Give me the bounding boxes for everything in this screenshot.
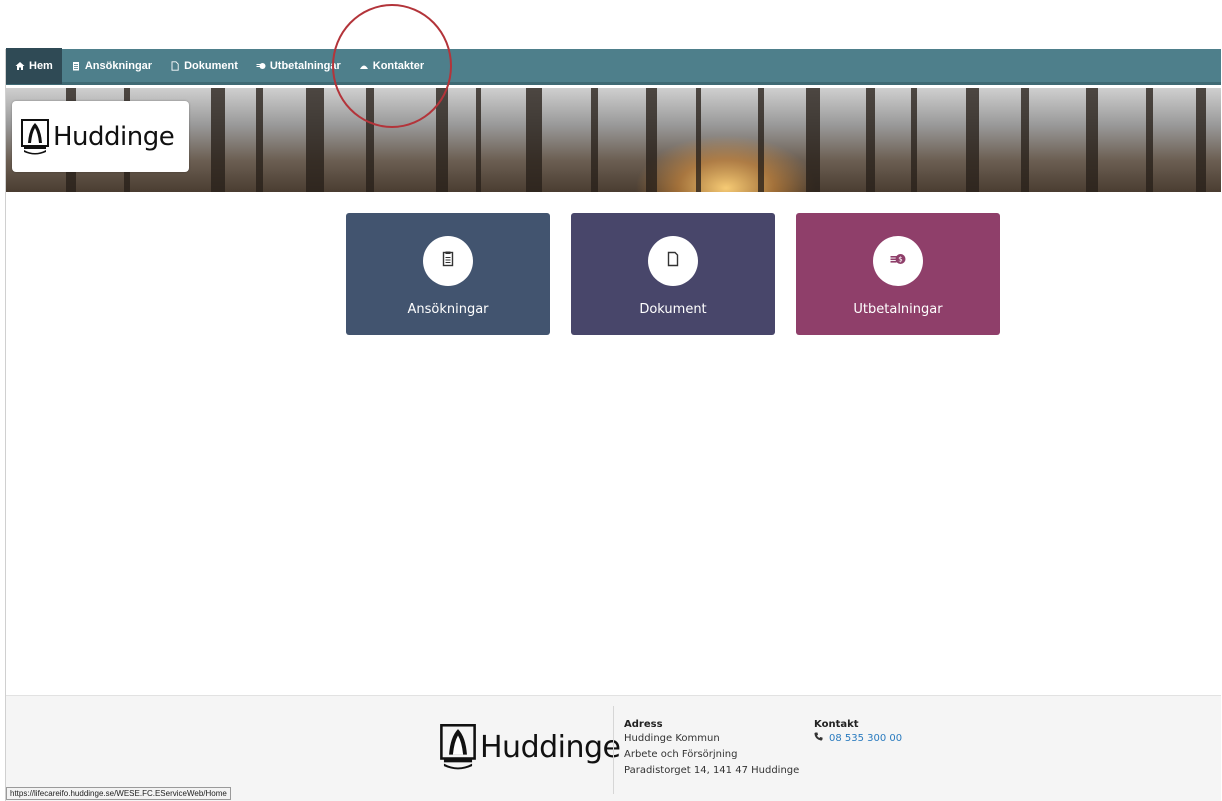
nav-item-utbetalningar[interactable]: Utbetalningar bbox=[247, 48, 350, 84]
nav-item-label: Kontakter bbox=[372, 59, 425, 72]
clipboard-icon bbox=[71, 61, 81, 71]
phone-icon bbox=[814, 731, 829, 747]
huddinge-emblem-icon bbox=[21, 118, 49, 155]
tile-utbetalningar[interactable]: $ Utbetalningar bbox=[796, 213, 1000, 335]
tile-ansokningar[interactable]: Ansökningar bbox=[346, 213, 550, 335]
browser-viewport: Hem Ansökningar Dokument Utbetalningar K… bbox=[5, 47, 1221, 801]
nav-item-dokument[interactable]: Dokument bbox=[161, 48, 247, 84]
footer-contact: Kontakt 08 535 300 00 bbox=[814, 719, 902, 747]
svg-text:$: $ bbox=[898, 255, 902, 263]
tile-label: Ansökningar bbox=[407, 302, 489, 317]
document-icon bbox=[665, 251, 681, 272]
document-icon bbox=[170, 60, 180, 71]
nav-item-label: Dokument bbox=[184, 59, 238, 72]
money-icon: $ bbox=[890, 251, 906, 272]
footer-address-line: Paradistorget 14, 141 47 Huddinge bbox=[624, 765, 800, 776]
huddinge-emblem-icon bbox=[440, 724, 476, 770]
footer-address-title: Adress bbox=[624, 719, 663, 730]
footer-address: Adress Huddinge Kommun Arbete och Försör… bbox=[624, 719, 799, 779]
nav-item-hem[interactable]: Hem bbox=[6, 47, 62, 84]
footer-phone-link[interactable]: 08 535 300 00 bbox=[814, 731, 902, 747]
footer-logo: Huddinge bbox=[440, 724, 621, 770]
page-footer: Huddinge Adress Huddinge Kommun Arbete o… bbox=[6, 695, 1221, 801]
nav-item-kontakter[interactable]: Kontakter bbox=[350, 48, 433, 84]
footer-address-line: Huddinge Kommun bbox=[624, 733, 720, 744]
tile-icon-circle: $ bbox=[873, 236, 923, 286]
nav-item-label: Ansökningar bbox=[84, 59, 153, 72]
tile-label: Dokument bbox=[639, 302, 707, 317]
tile-icon-circle bbox=[648, 236, 698, 286]
footer-address-line: Arbete och Försörjning bbox=[624, 749, 738, 760]
footer-contact-title: Kontakt bbox=[814, 719, 859, 730]
money-icon bbox=[256, 61, 266, 71]
footer-phone-number: 08 535 300 00 bbox=[829, 733, 903, 744]
huddinge-logo[interactable]: Huddinge bbox=[12, 101, 189, 172]
home-icon bbox=[15, 61, 25, 71]
contacts-icon bbox=[359, 61, 369, 71]
logo-text: Huddinge bbox=[53, 121, 175, 152]
status-bar-url: https://lifecareifo.huddinge.se/WESE.FC.… bbox=[6, 787, 231, 800]
top-navbar: Hem Ansökningar Dokument Utbetalningar K… bbox=[6, 47, 1221, 85]
nav-item-label: Hem bbox=[29, 59, 53, 72]
tile-dokument[interactable]: Dokument bbox=[571, 213, 775, 335]
tile-icon-circle bbox=[423, 236, 473, 286]
tile-label: Utbetalningar bbox=[853, 302, 943, 317]
footer-divider bbox=[613, 706, 614, 794]
clipboard-icon bbox=[440, 251, 456, 272]
footer-logo-text: Huddinge bbox=[480, 729, 621, 765]
nav-item-ansokningar[interactable]: Ansökningar bbox=[62, 48, 161, 84]
nav-item-label: Utbetalningar bbox=[269, 59, 341, 72]
